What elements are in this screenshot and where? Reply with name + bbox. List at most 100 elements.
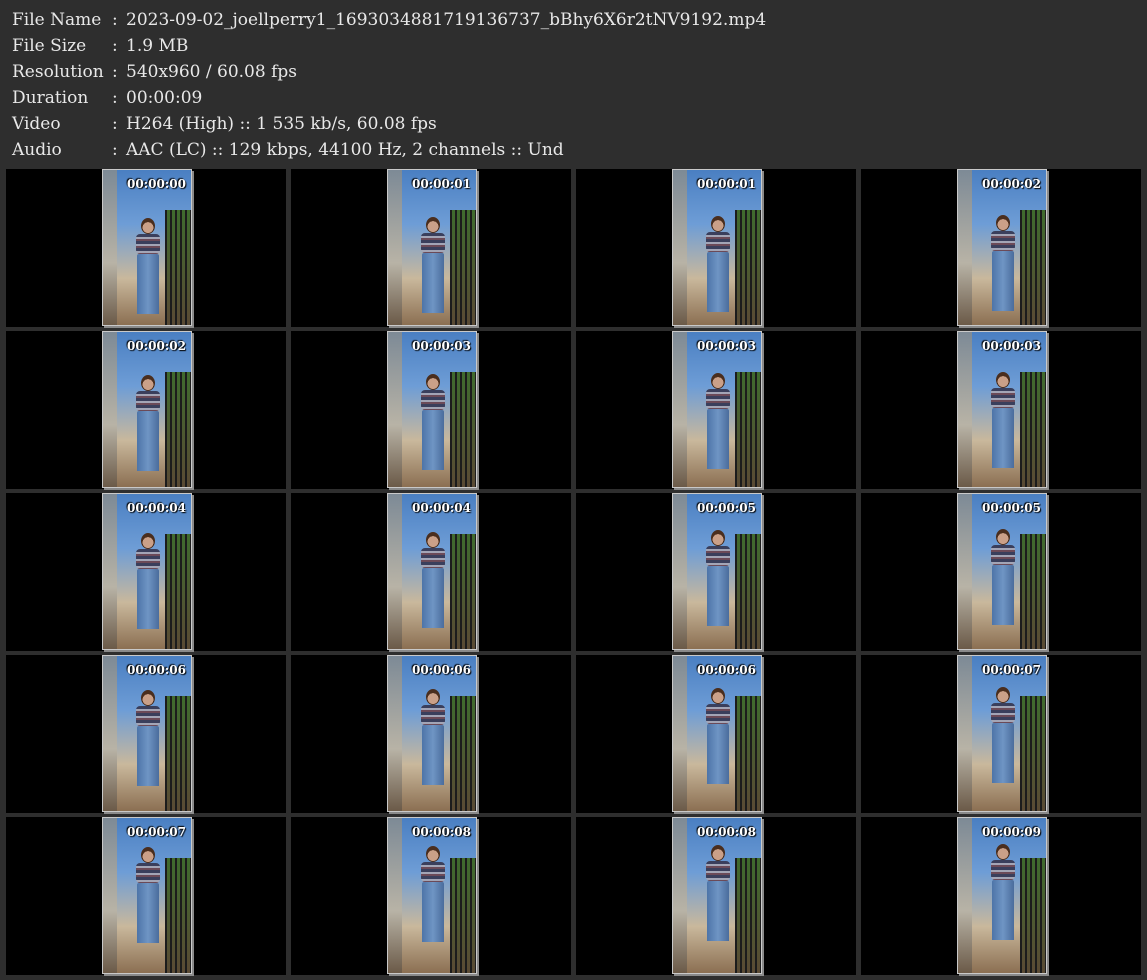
fence [450,372,476,487]
info-separator: : [112,88,118,108]
thumbnail-cell: 00:00:08 [576,817,856,975]
person-jeans [137,411,159,472]
fence [450,210,476,325]
thumbnail-cell: 00:00:02 [861,169,1141,327]
person-head [426,688,440,705]
building-wall [103,494,117,649]
person-jeans [707,566,729,627]
building-wall [103,818,117,973]
person-sweater [136,863,160,884]
person-head [996,214,1010,231]
info-value: AAC (LC) :: 129 kbps, 44100 Hz, 2 channe… [126,140,564,160]
info-value: 2023-09-02_joellperry1_16930348817191367… [126,10,767,30]
building-wall [673,818,687,973]
timestamp-label: 00:00:04 [412,501,471,515]
person-head [141,690,155,707]
timestamp-label: 00:00:06 [697,663,756,677]
person-jeans [422,252,444,313]
person-head [141,218,155,234]
info-row-audio: Audio : AAC (LC) :: 129 kbps, 44100 Hz, … [12,137,766,163]
building-wall [673,656,687,811]
fence [735,372,761,487]
person-jeans [422,882,444,943]
fence [735,696,761,811]
info-label: File Size [12,36,87,56]
fence [450,534,476,649]
thumbnail-cell: 00:00:03 [576,331,856,489]
info-separator: : [112,140,118,160]
video-frame-thumbnail: 00:00:01 [387,169,477,326]
thumbnail-cell: 00:00:01 [291,169,571,327]
building-wall [388,494,402,649]
video-frame-thumbnail: 00:00:05 [672,493,762,650]
person-head [141,532,155,549]
fence [165,696,191,811]
timestamp-label: 00:00:05 [982,501,1041,515]
person-jeans [137,726,159,787]
thumbnail-cell: 00:00:06 [291,655,571,813]
video-frame-thumbnail: 00:00:04 [102,493,192,650]
person-head [996,844,1010,860]
fence [165,210,191,325]
building-wall [958,818,972,973]
info-separator: : [112,62,118,82]
person-jeans [707,409,729,470]
person-head [711,687,725,704]
timestamp-label: 00:00:07 [127,825,186,839]
timestamp-label: 00:00:06 [127,663,186,677]
person-head [141,847,155,864]
person-sweater [706,546,730,567]
timestamp-label: 00:00:05 [697,501,756,515]
person-jeans [137,254,159,314]
fence [165,858,191,973]
video-frame-thumbnail: 00:00:03 [387,331,477,488]
person-sweater [706,861,730,882]
video-frame-thumbnail: 00:00:06 [387,655,477,812]
video-frame-thumbnail: 00:00:09 [957,817,1047,974]
building-wall [388,170,402,325]
video-frame-thumbnail: 00:00:01 [672,169,762,326]
person-head [426,374,440,391]
person-jeans [137,568,159,629]
video-frame-thumbnail: 00:00:06 [102,655,192,812]
thumbnail-cell: 00:00:02 [6,331,286,489]
fence [1020,534,1046,649]
person-sweater [136,234,160,254]
person-head [711,845,725,862]
fence [1020,858,1046,973]
video-frame-thumbnail: 00:00:03 [957,331,1047,488]
fence [450,858,476,973]
thumbnail-cell: 00:00:07 [6,817,286,975]
video-frame-thumbnail: 00:00:02 [957,169,1047,326]
timestamp-label: 00:00:02 [127,339,186,353]
thumbnail-cell: 00:00:03 [291,331,571,489]
info-label: Audio [12,140,62,160]
video-frame-thumbnail: 00:00:03 [672,331,762,488]
person-jeans [992,250,1014,311]
building-wall [958,332,972,487]
person-jeans [992,722,1014,783]
person-sweater [136,706,160,727]
fence [1020,372,1046,487]
thumbnail-cell: 00:00:04 [291,493,571,651]
building-wall [958,656,972,811]
person-sweater [706,703,730,724]
building-wall [958,170,972,325]
fence [1020,696,1046,811]
timestamp-label: 00:00:08 [412,825,471,839]
info-separator: : [112,114,118,134]
fence [1020,210,1046,325]
fence [735,858,761,973]
info-value: 540x960 / 60.08 fps [126,62,297,82]
video-frame-thumbnail: 00:00:02 [102,331,192,488]
thumbnail-cell: 00:00:01 [576,169,856,327]
thumbnail-cell: 00:00:05 [576,493,856,651]
info-value: 1.9 MB [126,36,189,56]
thumbnail-cell: 00:00:00 [6,169,286,327]
info-row-file-size: File Size : 1.9 MB [12,33,766,59]
person-head [711,215,725,232]
video-frame-thumbnail: 00:00:08 [387,817,477,974]
person-head [426,531,440,548]
fence [165,372,191,487]
timestamp-label: 00:00:07 [982,663,1041,677]
